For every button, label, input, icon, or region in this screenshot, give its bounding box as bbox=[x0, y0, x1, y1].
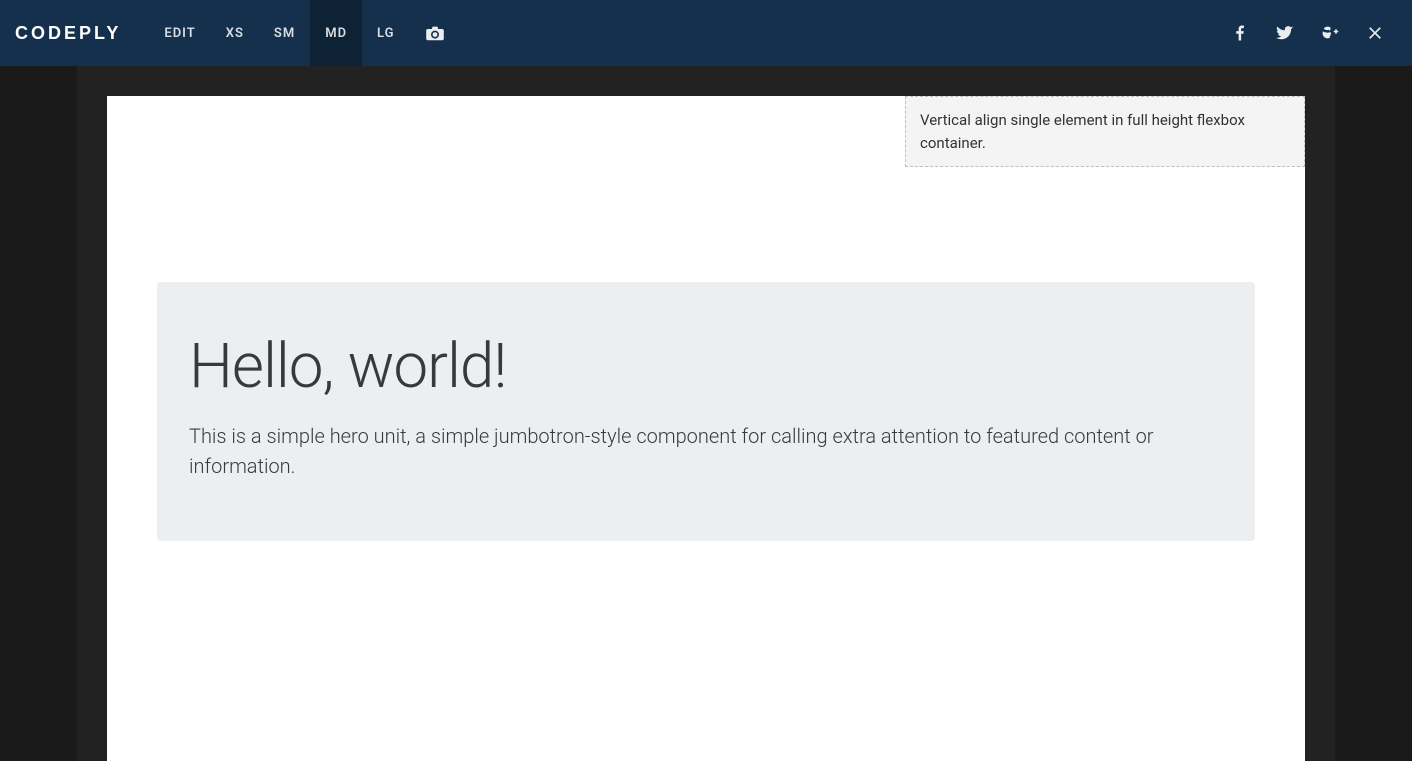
close-button[interactable] bbox=[1352, 0, 1397, 66]
close-icon bbox=[1365, 23, 1385, 43]
description-note: Vertical align single element in full he… bbox=[905, 96, 1305, 167]
nav-screenshot[interactable] bbox=[410, 0, 460, 66]
topbar: CODEPLY EDIT XS SM MD LG bbox=[0, 0, 1412, 66]
facebook-icon bbox=[1231, 24, 1249, 42]
nav-edit[interactable]: EDIT bbox=[149, 0, 210, 66]
nav-md[interactable]: MD bbox=[310, 0, 362, 66]
jumbotron-heading: Hello, world! bbox=[189, 330, 1223, 403]
brand-logo[interactable]: CODEPLY bbox=[15, 23, 121, 44]
nav-items: EDIT XS SM MD LG bbox=[149, 0, 459, 66]
preview-frame: Vertical align single element in full he… bbox=[107, 96, 1305, 761]
googleplus-icon bbox=[1321, 24, 1339, 42]
share-googleplus[interactable] bbox=[1307, 0, 1352, 66]
nav-xs[interactable]: XS bbox=[211, 0, 259, 66]
nav-sm[interactable]: SM bbox=[259, 0, 310, 66]
workspace: Vertical align single element in full he… bbox=[77, 66, 1335, 761]
jumbotron-wrap: Hello, world! This is a simple hero unit… bbox=[157, 282, 1255, 541]
jumbotron-lead: This is a simple hero unit, a simple jum… bbox=[189, 421, 1223, 481]
social-right bbox=[1217, 0, 1397, 66]
jumbotron: Hello, world! This is a simple hero unit… bbox=[157, 282, 1255, 541]
twitter-icon bbox=[1276, 24, 1294, 42]
share-facebook[interactable] bbox=[1217, 0, 1262, 66]
camera-icon bbox=[425, 25, 445, 41]
share-twitter[interactable] bbox=[1262, 0, 1307, 66]
nav-lg[interactable]: LG bbox=[362, 0, 409, 66]
